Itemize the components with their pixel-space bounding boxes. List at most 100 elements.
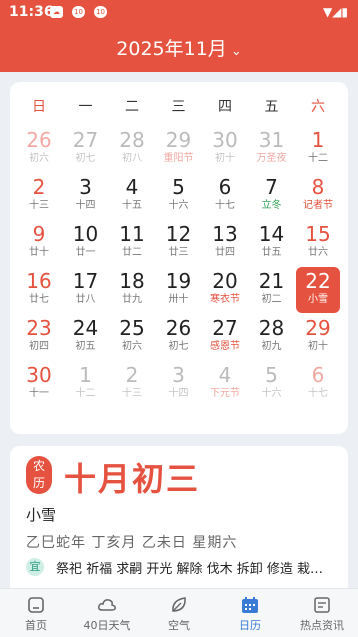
- calendar-day[interactable]: 6 十七: [296, 361, 340, 407]
- weekday-label: 四: [218, 99, 232, 115]
- weekday-label: 六: [311, 99, 325, 115]
- lunar-day-label: 初六: [29, 153, 49, 164]
- lunar-day-label: 十四: [75, 200, 96, 211]
- tab-label: 首页: [25, 619, 47, 632]
- lunar-day-label: 初九: [261, 341, 282, 352]
- calendar-day-selected[interactable]: 22 小雪: [296, 267, 340, 313]
- leaf-icon: [172, 597, 186, 612]
- day-number: 26: [165, 316, 192, 340]
- month-title[interactable]: 2025年11月: [116, 38, 227, 60]
- calendar-day[interactable]: 23 初四: [17, 314, 61, 360]
- lunar-day-label: 重阳节: [163, 153, 194, 164]
- calendar-day[interactable]: 25 初六: [110, 314, 154, 360]
- calendar-day[interactable]: 5 十六: [250, 361, 294, 407]
- calendar-day[interactable]: 29 重阳节: [157, 126, 201, 172]
- calendar-day[interactable]: 26 初七: [157, 314, 201, 360]
- ganzhi-date: 乙巳蛇年 丁亥月 乙未日 星期六: [26, 535, 238, 551]
- day-number: 18: [119, 269, 145, 293]
- month-selector[interactable]: 2025年11月 ⌄: [0, 34, 358, 61]
- calendar-day[interactable]: 31 万圣夜: [250, 126, 294, 172]
- day-info-card[interactable]: 农历 十月初三 小雪 乙巳蛇年 丁亥月 乙未日 星期六 宜 祭祀 祈福 求嗣 开…: [10, 446, 348, 596]
- day-number: 7: [265, 175, 278, 199]
- day-number: 2: [125, 363, 139, 387]
- calendar-day[interactable]: 28 初八: [110, 126, 154, 172]
- day-number: 29: [305, 316, 331, 340]
- chevron-down-icon[interactable]: ⌄: [231, 44, 242, 59]
- calendar-day[interactable]: 27 初七: [64, 126, 108, 172]
- calendar-day[interactable]: 2 十三: [17, 173, 61, 219]
- lunar-badge: 农历: [26, 456, 52, 494]
- lunar-day-label: 记者节: [303, 200, 333, 211]
- day-number: 10: [72, 222, 99, 246]
- calendar-day[interactable]: 14 廿五: [250, 220, 294, 266]
- calendar-day[interactable]: 2 十三: [110, 361, 154, 407]
- day-number: 24: [72, 316, 99, 340]
- calendar-icon: [242, 597, 258, 613]
- yi-items: 祭祀 祈福 求嗣 开光 解除 伐木 拆卸 修造 栽…: [56, 562, 324, 577]
- calendar-day[interactable]: 29 初十: [296, 314, 340, 360]
- calendar-day[interactable]: 6 十七: [203, 173, 247, 219]
- lunar-day-label: 立冬: [261, 200, 282, 211]
- lunar-day-label: 廿十: [29, 247, 49, 258]
- calendar-day[interactable]: 28 初九: [250, 314, 294, 360]
- calendar-day[interactable]: 30 初十: [203, 126, 247, 172]
- lunar-day-label: 廿六: [308, 247, 328, 258]
- lunar-day-label: 初四: [29, 341, 49, 352]
- calendar-day[interactable]: 1 十二: [296, 126, 340, 172]
- day-number: 27: [212, 316, 238, 340]
- lunar-day-label: 十四: [168, 388, 189, 399]
- lunar-day-label: 初七: [75, 153, 96, 164]
- weekday-label: 三: [171, 99, 186, 115]
- day-number: 15: [305, 222, 331, 246]
- calendar-day[interactable]: 8 记者节: [296, 173, 340, 219]
- day-number: 30: [26, 363, 52, 387]
- tab-hot-news[interactable]: 热点资讯: [286, 589, 358, 637]
- calendar-day[interactable]: 13 廿四: [203, 220, 247, 266]
- solar-term: 小雪: [26, 506, 57, 524]
- tab-40day-weather[interactable]: 40日天气: [71, 589, 143, 637]
- lunar-day-label: 十七: [215, 200, 235, 211]
- day-number: 26: [26, 128, 52, 152]
- day-number: 4: [218, 363, 232, 387]
- calendar-day[interactable]: 3 十四: [64, 173, 108, 219]
- home-icon: [28, 597, 44, 613]
- calendar-day[interactable]: 1 十二: [64, 361, 108, 407]
- lunar-day-label: 初八: [122, 153, 142, 164]
- tab-home[interactable]: 首页: [0, 589, 72, 637]
- calendar-day[interactable]: 5 十六: [157, 173, 201, 219]
- notification-icon-2: 10: [94, 6, 107, 18]
- day-number: 3: [79, 175, 92, 199]
- lunar-day-label: 下元节: [210, 388, 240, 399]
- calendar-day[interactable]: 21 初二: [250, 267, 294, 313]
- calendar-day[interactable]: 26 初六: [17, 126, 61, 172]
- status-bar: 11:36 ☁ 10 10 ▼◢▮: [0, 0, 358, 24]
- calendar-day[interactable]: 4 下元节: [203, 361, 247, 407]
- day-number: 5: [265, 363, 278, 387]
- lunar-day-label: 十二: [308, 153, 328, 164]
- calendar-day[interactable]: 18 廿九: [110, 267, 154, 313]
- calendar-day[interactable]: 7 立冬: [250, 173, 294, 219]
- calendar-day[interactable]: 19 卅十: [157, 267, 201, 313]
- lunar-day-label: 小雪: [308, 294, 328, 305]
- calendar-day[interactable]: 17 廿八: [64, 267, 108, 313]
- calendar-day[interactable]: 16 廿七: [17, 267, 61, 313]
- calendar-day[interactable]: 12 廿三: [157, 220, 201, 266]
- calendar-day[interactable]: 24 初五: [64, 314, 108, 360]
- day-number: 23: [26, 316, 52, 340]
- lunar-day-label: 初五: [75, 341, 96, 352]
- weekday-label: 日: [32, 99, 46, 115]
- calendar-day[interactable]: 9 廿十: [17, 220, 61, 266]
- tab-air[interactable]: 空气: [143, 589, 215, 637]
- calendar-day[interactable]: 15 廿六: [296, 220, 340, 266]
- calendar-day[interactable]: 3 十四: [157, 361, 201, 407]
- calendar-day[interactable]: 30 十一: [17, 361, 61, 407]
- tab-calendar[interactable]: 日历: [214, 589, 286, 637]
- lunar-badge-text: 农历: [32, 459, 45, 490]
- calendar-day[interactable]: 4 十五: [110, 173, 154, 219]
- calendar-day[interactable]: 10 廿一: [64, 220, 108, 266]
- calendar-day[interactable]: 20 寒衣节: [203, 267, 247, 313]
- day-number: 14: [258, 222, 285, 246]
- calendar-day[interactable]: 11 廿二: [110, 220, 154, 266]
- day-number: 1: [79, 363, 92, 387]
- calendar-day[interactable]: 27 感恩节: [203, 314, 247, 360]
